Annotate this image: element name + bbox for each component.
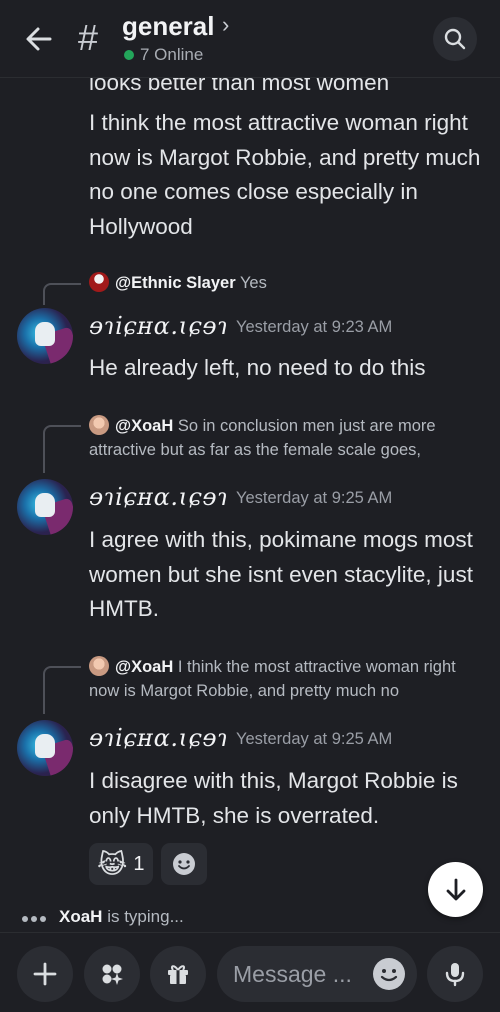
online-text: 7 Online [140, 45, 204, 64]
apps-button[interactable] [84, 946, 140, 1002]
message-timestamp: Yesterday at 9:23 AM [236, 318, 393, 336]
channel-hash-icon: # [78, 17, 99, 58]
reply-preview[interactable]: @XoaH I think the most attractive woman … [89, 655, 479, 703]
add-reaction-button[interactable] [160, 843, 207, 885]
jump-to-bottom-button[interactable] [428, 862, 483, 917]
typing-text: is typing... [107, 907, 184, 926]
message-body: He already left, no need to do this [89, 355, 426, 380]
arrow-down-icon [446, 878, 465, 900]
channel-header: # general › 7 Online [0, 0, 500, 78]
microphone-icon [445, 963, 465, 987]
message-body: I agree with this, pokimane mogs most wo… [89, 527, 473, 621]
message-author[interactable]: ɘɿiɕʜɑ.ɩɕɘɿ [89, 312, 228, 340]
reply-avatar [89, 272, 109, 292]
reaction-button[interactable]: 😹 1 [89, 843, 153, 885]
reply-connector [43, 425, 81, 473]
back-arrow-icon[interactable] [22, 22, 56, 56]
online-dot-icon [124, 50, 134, 60]
message-input-wrapper[interactable] [217, 946, 417, 1002]
reply-author: @XoaH [115, 417, 174, 435]
avatar[interactable] [17, 720, 73, 776]
plus-icon [33, 962, 57, 986]
typing-dots-icon [22, 907, 49, 927]
message-author[interactable]: ɘɿiɕʜɑ.ɩɕɘɿ [89, 724, 228, 752]
reply-author: @Ethnic Slayer [115, 274, 236, 292]
search-button[interactable] [433, 17, 477, 61]
message-author[interactable]: ɘɿiɕʜɑ.ɩɕɘɿ [89, 483, 228, 511]
message-input[interactable] [233, 960, 363, 988]
avatar[interactable] [17, 308, 73, 364]
typing-indicator: XoaH is typing... [22, 905, 184, 929]
add-attachment-button[interactable] [17, 946, 73, 1002]
message-line: looks better than most women [89, 78, 390, 95]
message-timestamp: Yesterday at 9:25 AM [236, 489, 393, 507]
message-list[interactable]: looks better than most women I think the… [0, 78, 500, 932]
cat-laugh-emoji: 😹 [97, 849, 128, 879]
reply-author: @XoaH [115, 658, 174, 676]
reply-text: Yes [239, 274, 267, 292]
emoji-icon [380, 969, 398, 982]
reaction-bar: 😹 1 [89, 843, 207, 885]
message-body: I think the most attractive woman right … [89, 110, 481, 239]
reply-connector [43, 666, 81, 714]
reaction-count: 1 [133, 852, 145, 875]
reply-connector [43, 283, 81, 305]
reply-preview[interactable]: @XoaH So in conclusion men just are more… [89, 414, 479, 462]
emoji-picker-button[interactable] [373, 958, 405, 990]
message-body: I disagree with this, Margot Robbie is o… [89, 768, 458, 828]
apps-icon [102, 964, 123, 985]
reply-avatar [89, 656, 109, 676]
emoji-icon [172, 853, 195, 875]
search-icon [444, 28, 466, 50]
online-count: 7 Online [124, 45, 203, 65]
voice-message-button[interactable] [427, 946, 483, 1002]
avatar[interactable] [17, 479, 73, 535]
chevron-right-icon[interactable]: › [222, 12, 229, 38]
message-timestamp: Yesterday at 9:25 AM [236, 730, 393, 748]
gift-button[interactable] [150, 946, 206, 1002]
reply-avatar [89, 415, 109, 435]
reply-preview[interactable]: @Ethnic Slayer Yes [89, 271, 479, 295]
typing-user: XoaH [59, 907, 103, 926]
gift-icon [168, 965, 188, 984]
composer-bar [0, 932, 500, 1012]
channel-name[interactable]: general [122, 11, 215, 42]
